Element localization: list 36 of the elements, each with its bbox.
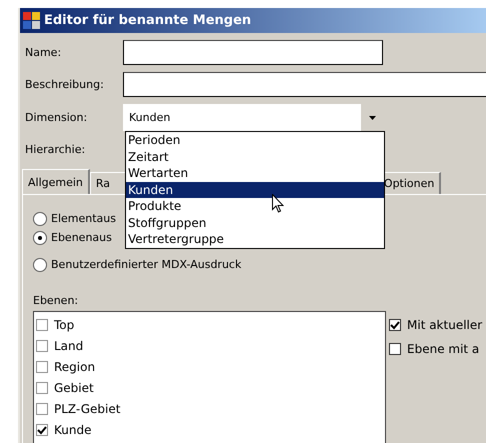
- checkbox[interactable]: [36, 360, 48, 372]
- option-label: Mit aktueller: [407, 318, 482, 332]
- checkbox[interactable]: [389, 318, 401, 330]
- checkbox[interactable]: [36, 340, 48, 352]
- list-label: Ebenen:: [33, 294, 78, 307]
- checkbox[interactable]: [36, 424, 48, 436]
- radio-label: Elementaus: [51, 212, 116, 225]
- tab[interactable]: Allgemein: [22, 169, 90, 194]
- checkbox[interactable]: [36, 402, 48, 414]
- radio-button[interactable]: [33, 230, 47, 244]
- level-label: Land: [54, 338, 84, 352]
- field-label: Beschreibung:: [25, 78, 105, 91]
- radio-button[interactable]: [33, 258, 47, 272]
- level-label: Top: [54, 318, 74, 332]
- field-label: Name:: [25, 46, 62, 59]
- dropdown-option[interactable]: Kunden: [126, 182, 384, 198]
- text-field[interactable]: [123, 72, 486, 97]
- window-title: Editor für benannte Mengen: [44, 13, 252, 28]
- mouse-cursor-icon: [272, 194, 284, 213]
- checkbox[interactable]: [389, 342, 401, 354]
- app-icon: [23, 12, 40, 29]
- checkbox[interactable]: [36, 318, 48, 330]
- dropdown-field[interactable]: Kunden: [123, 104, 383, 131]
- level-label: Kunde: [54, 422, 92, 436]
- radio-label: Ebenenaus: [51, 231, 112, 244]
- checkbox[interactable]: [36, 382, 48, 394]
- radio-button[interactable]: [33, 212, 47, 226]
- level-label: PLZ-Gebiet: [54, 402, 120, 416]
- caret-icon: [368, 116, 376, 120]
- text-field[interactable]: [123, 40, 383, 65]
- level-label: Region: [54, 360, 96, 374]
- field-label: Dimension:: [25, 111, 88, 124]
- option-label: Ebene mit a: [407, 342, 480, 356]
- radio-label: Benutzerdefinierter MDX-Ausdruck: [51, 258, 242, 271]
- field-label: Hierarchie:: [25, 142, 86, 156]
- level-label: Gebiet: [54, 380, 94, 394]
